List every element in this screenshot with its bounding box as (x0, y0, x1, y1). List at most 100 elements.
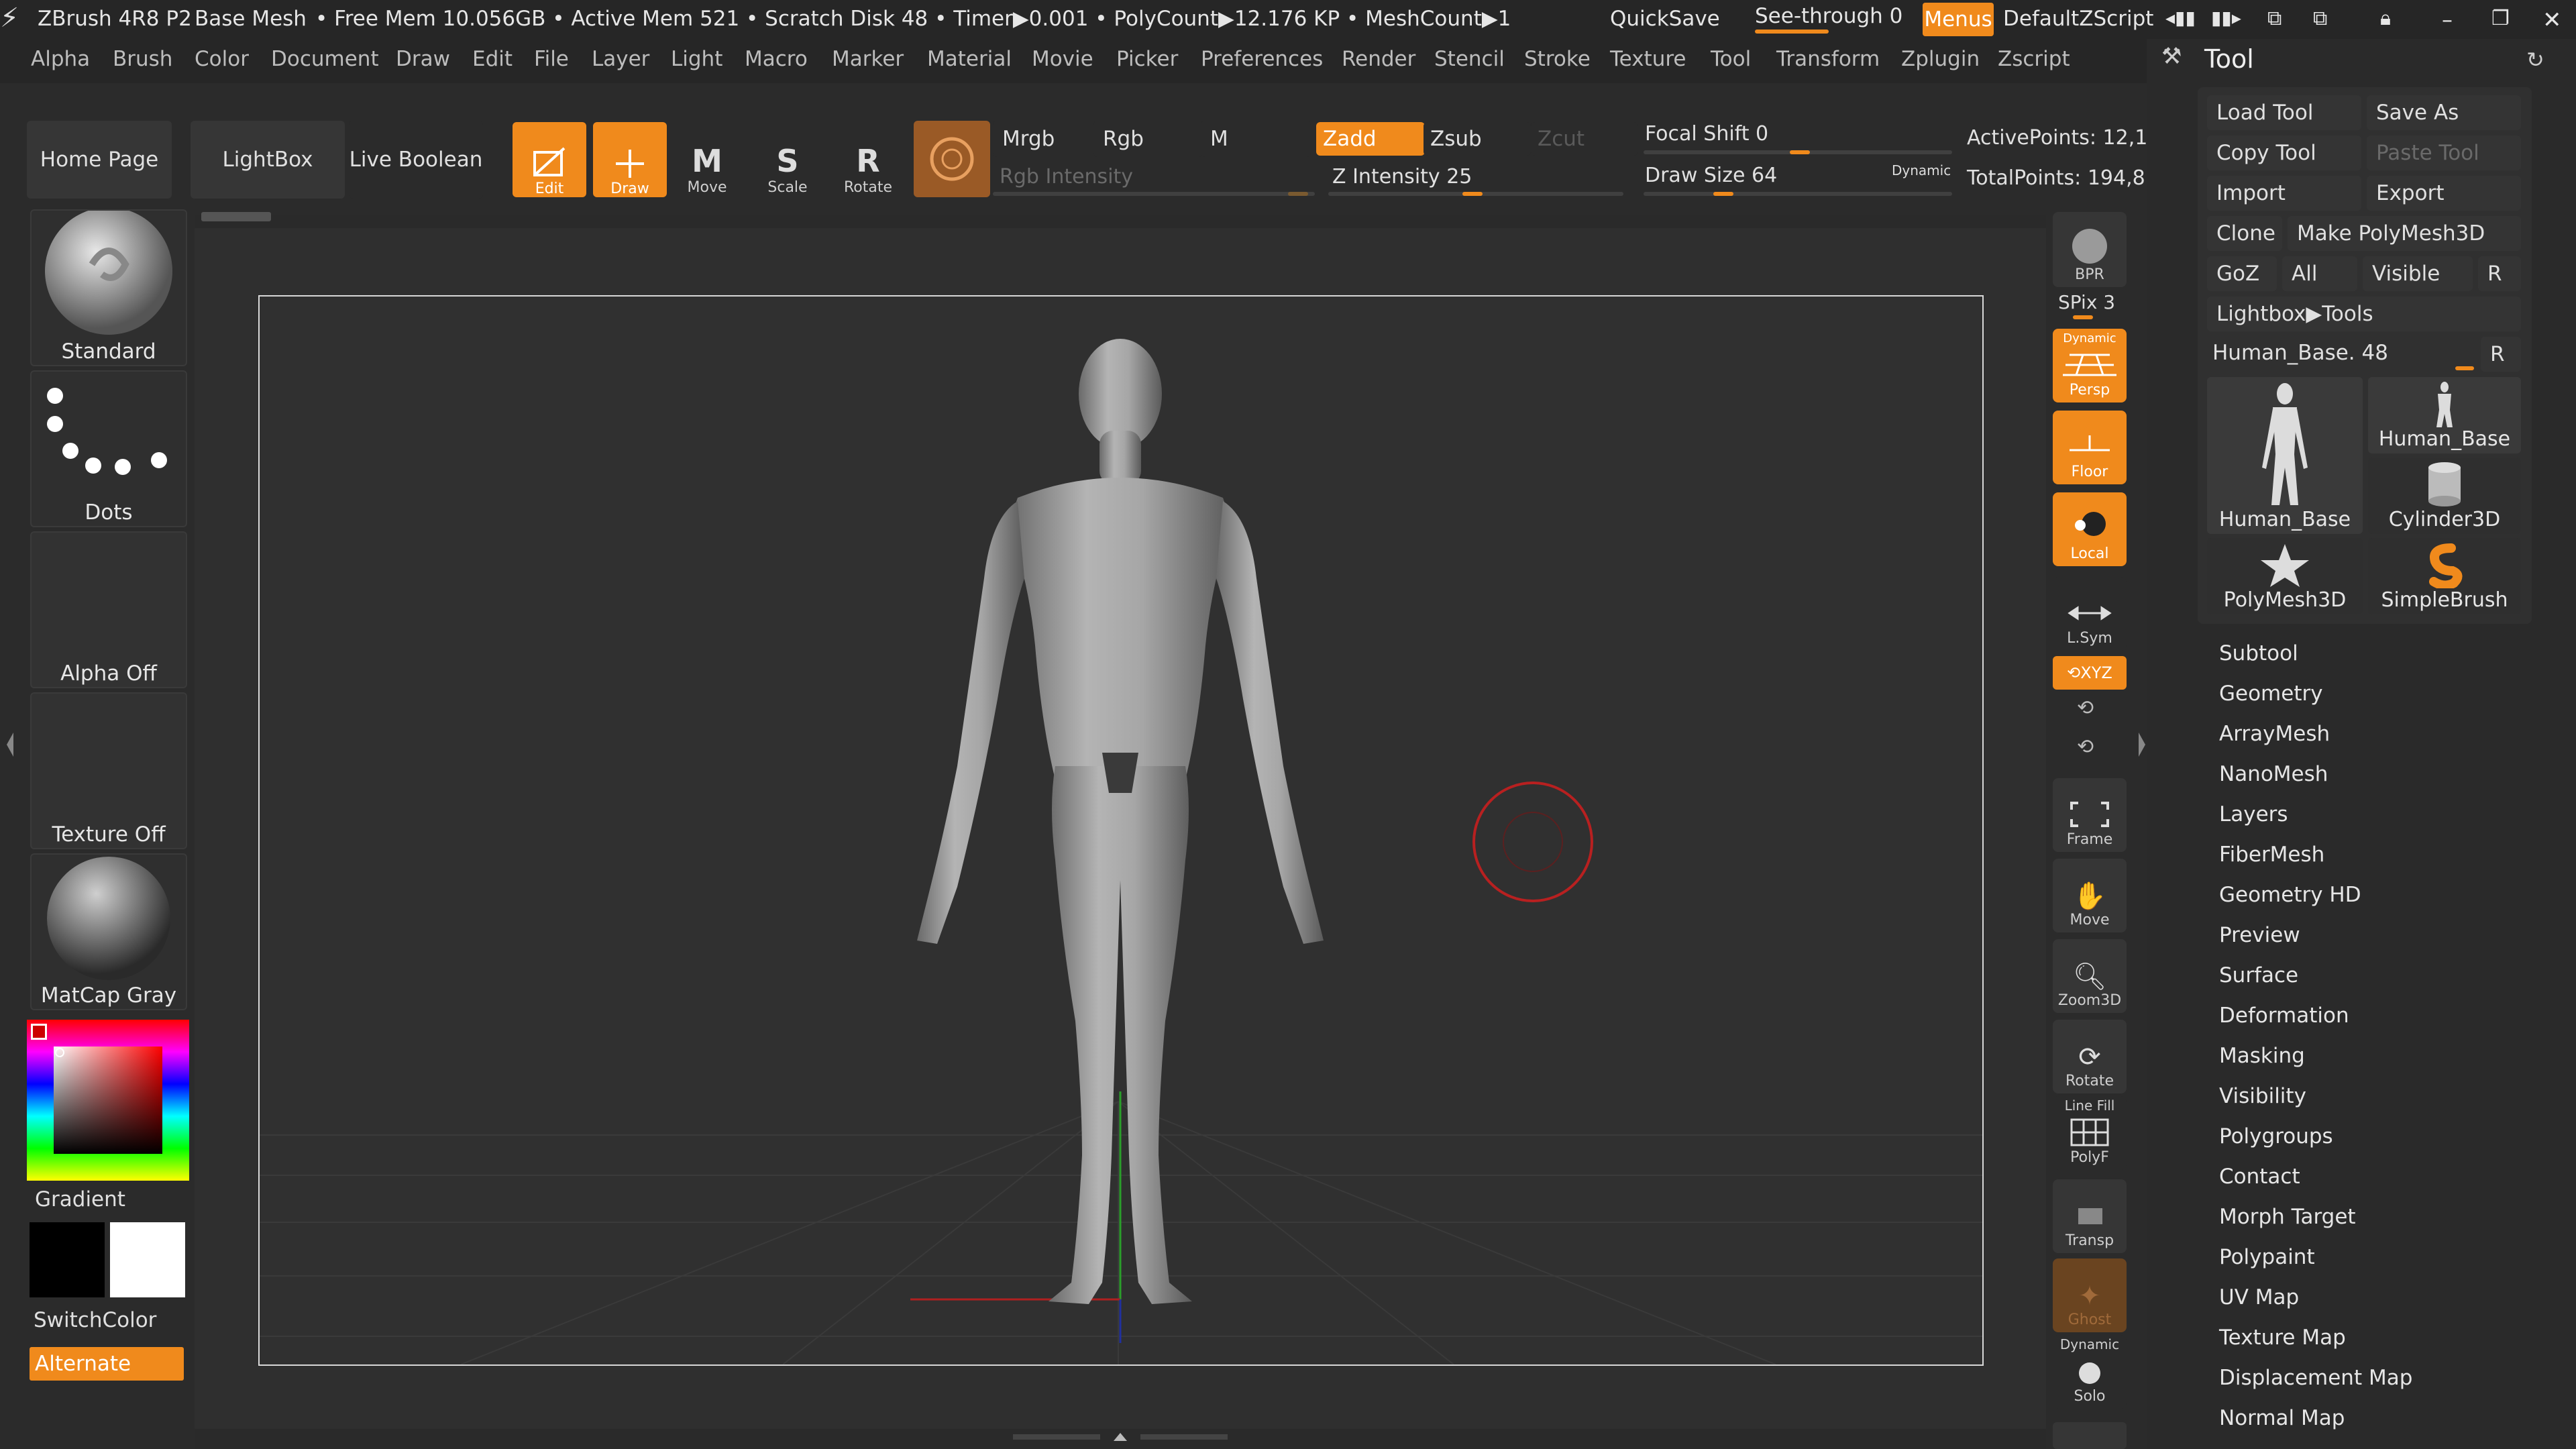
saturation-square[interactable] (54, 1046, 162, 1154)
zadd-button[interactable]: Zadd (1316, 122, 1425, 156)
clone-button[interactable]: Clone (2207, 216, 2282, 251)
right-tray-toggle-icon[interactable] (2137, 724, 2147, 765)
menu-picker[interactable]: Picker (1116, 47, 1178, 71)
menu-color[interactable]: Color (195, 47, 249, 71)
menu-marker[interactable]: Marker (832, 47, 904, 71)
focal-shift-slider[interactable]: Focal Shift 0 (1644, 118, 1952, 158)
menu-document[interactable]: Document (271, 47, 379, 71)
lightbox-button[interactable]: LightBox (191, 121, 345, 199)
y-rotate-icon[interactable]: ⟲ (2077, 696, 2094, 720)
menu-alpha[interactable]: Alpha (31, 47, 90, 71)
live-boolean-button[interactable]: Live Boolean (349, 121, 483, 199)
menu-stencil[interactable]: Stencil (1434, 47, 1505, 71)
subpalette-fibermesh[interactable]: FiberMesh (2219, 843, 2324, 867)
palette-reset-icon[interactable]: ↻ (2526, 47, 2544, 72)
subpalette-subtool[interactable]: Subtool (2219, 641, 2298, 665)
rotate-view-button[interactable]: ⟳ Rotate (2053, 1020, 2127, 1093)
maximize-icon[interactable]: ❐ (2491, 7, 2510, 30)
menu-zplugin[interactable]: Zplugin (1901, 47, 1980, 71)
default-zscript-button[interactable]: DefaultZScript (2003, 7, 2153, 31)
menu-macro[interactable]: Macro (745, 47, 808, 71)
move-view-button[interactable]: ✋ Move (2053, 859, 2127, 932)
z-intensity-slider[interactable]: Z Intensity 25 (1328, 161, 1623, 197)
transp-button[interactable]: Transp (2053, 1179, 2127, 1253)
color-picker[interactable] (27, 1020, 189, 1181)
gradient-label[interactable]: Gradient (35, 1187, 125, 1212)
subpalette-displacement-map[interactable]: Displacement Map (2219, 1366, 2412, 1390)
rotate-button[interactable]: R Rotate (835, 122, 902, 196)
zoom3d-button[interactable]: 🔍︎ Zoom3D (2053, 939, 2127, 1013)
menu-edit[interactable]: Edit (472, 47, 513, 71)
local-button[interactable]: Local (2053, 492, 2127, 566)
lsym-button[interactable]: L.Sym (2053, 577, 2127, 651)
subpalette-uv-map[interactable]: UV Map (2219, 1285, 2299, 1309)
subpalette-surface[interactable]: Surface (2219, 963, 2298, 987)
edit-button[interactable]: Edit (513, 122, 586, 197)
menu-layer[interactable]: Layer (592, 47, 649, 71)
palette-title[interactable]: Tool (2204, 44, 2254, 74)
menu-render[interactable]: Render (1342, 47, 1415, 71)
xyz-rotate-button[interactable]: ⟲ XYZ (2053, 656, 2127, 690)
menu-material[interactable]: Material (927, 47, 1012, 71)
scale-button[interactable]: S Scale (754, 122, 821, 196)
bpr-button[interactable]: BPR (2053, 212, 2127, 287)
tool-thumb-human-base[interactable]: Human_Base (2368, 377, 2521, 453)
rgb-intensity-slider[interactable]: Rgb Intensity (993, 161, 1315, 197)
subpalette-deformation[interactable]: Deformation (2219, 1004, 2349, 1028)
tool-thumb-polymesh3d[interactable]: PolyMesh3D (2207, 538, 2363, 614)
lock-icon[interactable]: 🔒︎ (2380, 7, 2391, 30)
subpalette-geometry[interactable]: Geometry (2219, 682, 2323, 706)
move-button[interactable]: M Move (674, 122, 741, 196)
material-selector[interactable]: MatCap Gray (30, 853, 187, 1010)
palette-left-icon[interactable]: ◂▮▮ (2165, 7, 2196, 29)
subpalette-contact[interactable]: Contact (2219, 1165, 2300, 1189)
dynamic-size-toggle[interactable]: Dynamic (1892, 162, 1951, 178)
tool-thumb-simplebrush[interactable]: SimpleBrush (2368, 538, 2521, 614)
spix-slider[interactable]: SPix 3 (2053, 291, 2127, 319)
solo-button[interactable]: Dynamic Solo (2053, 1335, 2127, 1409)
window-tile-icon[interactable]: ⧉ (2267, 7, 2282, 30)
primary-color-swatch[interactable] (110, 1222, 185, 1297)
goz-button[interactable]: GoZ (2207, 256, 2277, 291)
subpalette-texture-map[interactable]: Texture Map (2219, 1326, 2346, 1350)
left-tray-toggle-icon[interactable] (5, 724, 13, 765)
palette-right-icon[interactable]: ▮▮▸ (2211, 7, 2241, 29)
close-icon[interactable]: ✕ (2542, 7, 2562, 34)
subpalette-normal-map[interactable]: Normal Map (2219, 1406, 2345, 1430)
floor-button[interactable]: Floor (2053, 411, 2127, 484)
subpalette-visibility[interactable]: Visibility (2219, 1084, 2306, 1108)
zcut-button[interactable]: Zcut (1531, 122, 1638, 156)
see-through-slider[interactable]: See-through 0 (1744, 4, 1912, 34)
menu-preferences[interactable]: Preferences (1201, 47, 1323, 71)
window-cascade-icon[interactable]: ⧉ (2313, 7, 2327, 30)
tool-thumb-cylinder3d[interactable]: Cylinder3D (2368, 458, 2521, 534)
canvas-scroll-handle[interactable] (201, 212, 271, 221)
subpalette-masking[interactable]: Masking (2219, 1044, 2305, 1068)
lightbox-tools-button[interactable]: Lightbox▶Tools (2207, 297, 2521, 331)
mrgb-button[interactable]: Mrgb (993, 121, 1099, 157)
z-rotate-icon[interactable]: ⟲ (2077, 735, 2094, 759)
rgb-button[interactable]: Rgb (1093, 121, 1203, 157)
goz-r-button[interactable]: R (2478, 256, 2521, 291)
save-as-button[interactable]: Save As (2367, 95, 2521, 130)
menus-button[interactable]: Menus (1923, 3, 1994, 36)
menu-file[interactable]: File (534, 47, 569, 71)
alpha-selector[interactable]: Alpha Off (30, 531, 187, 688)
tool-thumb-human-base-large[interactable]: Human_Base (2207, 377, 2363, 534)
menu-movie[interactable]: Movie (1032, 47, 1093, 71)
current-tool-slider[interactable]: Human_Base. 48 (2207, 337, 2475, 372)
paste-tool-button[interactable]: Paste Tool (2367, 136, 2521, 170)
alternate-button[interactable]: Alternate (30, 1347, 184, 1381)
zsub-button[interactable]: Zsub (1424, 122, 1531, 156)
subpalette-nanomesh[interactable]: NanoMesh (2219, 762, 2328, 786)
draw-button[interactable]: Draw (593, 122, 667, 197)
document-frame[interactable] (258, 295, 1984, 1366)
subpalette-layers[interactable]: Layers (2219, 802, 2288, 826)
persp-button[interactable]: Dynamic Persp (2053, 329, 2127, 402)
menu-texture[interactable]: Texture (1610, 47, 1686, 71)
brush-selector[interactable]: Standard (30, 209, 187, 366)
quicksave-button[interactable]: QuickSave (1610, 7, 1720, 31)
subpalette-preview[interactable]: Preview (2219, 923, 2300, 947)
minimize-icon[interactable]: – (2442, 7, 2453, 32)
subpalette-geometry-hd[interactable]: Geometry HD (2219, 883, 2361, 907)
